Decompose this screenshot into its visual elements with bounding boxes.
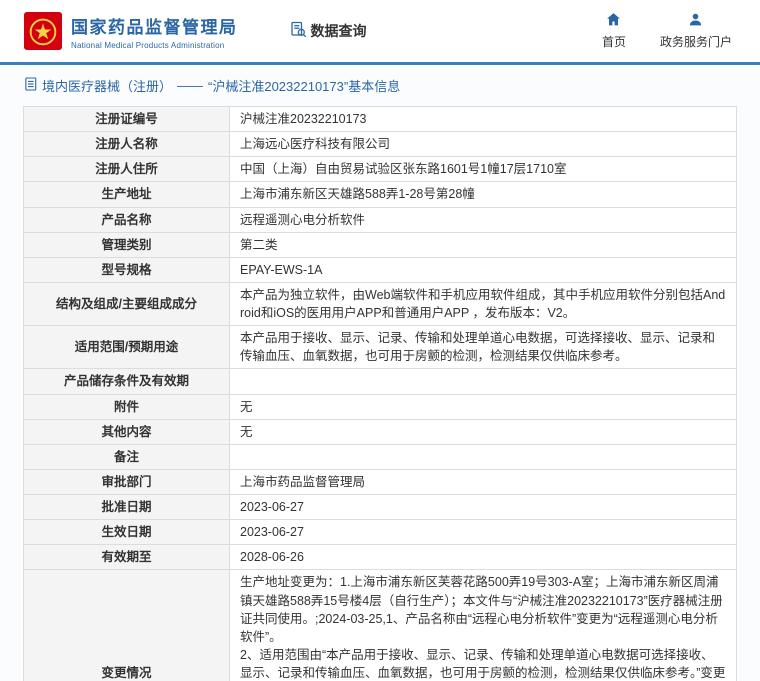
field-label: 适用范围/预期用途: [23, 325, 230, 370]
content-area: 境内医疗器械（注册） —— “沪械注准20232210173”基本信息 注册证编…: [0, 65, 760, 681]
table-row: 生效日期 2023-06-27: [23, 519, 737, 546]
field-value: 中国（上海）自由贸易试验区张东路1601号1幢17层1710室: [229, 156, 737, 183]
nav-portal-label: 政务服务门户: [659, 35, 732, 49]
field-value: 第二类: [229, 231, 737, 258]
field-label: 结构及组成/主要组成成分: [23, 281, 230, 327]
breadcrumb-separator: ——: [177, 78, 204, 93]
field-label: 生效日期: [23, 519, 230, 546]
field-value: 上海市浦东新区天雄路588弄1-28号第28幢: [229, 181, 737, 208]
field-label: 型号规格: [23, 256, 230, 283]
field-label: 其他内容: [23, 418, 230, 445]
field-value: 本产品用于接收、显示、记录、传输和处理单道心电数据，可选择接收、显示、记录和传输…: [229, 325, 737, 370]
field-value: 沪械注准20232210173: [229, 105, 737, 133]
breadcrumb-category[interactable]: 境内医疗器械（注册）: [42, 76, 172, 95]
field-label: 生产地址: [23, 181, 230, 208]
table-row: 批准日期 2023-06-27: [23, 493, 737, 521]
field-label: 批准日期: [23, 493, 230, 521]
breadcrumb: 境内医疗器械（注册） —— “沪械注准20232210173”基本信息: [0, 65, 760, 104]
field-value: 2023-06-27: [229, 493, 737, 521]
field-value: 无: [229, 418, 737, 445]
table-row: 结构及组成/主要组成成分 本产品为独立软件，由Web端软件和手机应用软件组成，其…: [23, 281, 737, 327]
brand-text: 国家药品监督管理局 National Medical Products Admi…: [71, 13, 238, 50]
field-value: EPAY-EWS-1A: [229, 256, 737, 283]
table-row: 适用范围/预期用途 本产品用于接收、显示、记录、传输和处理单道心电数据，可选择接…: [23, 325, 737, 370]
document-search-icon: [290, 21, 307, 41]
table-row: 型号规格 EPAY-EWS-1A: [23, 256, 737, 283]
site-header: 国家药品监督管理局 National Medical Products Admi…: [0, 0, 760, 62]
brand: 国家药品监督管理局 National Medical Products Admi…: [24, 12, 238, 50]
field-label: 产品名称: [23, 206, 230, 233]
field-label: 变更情况: [23, 569, 230, 681]
field-value: 上海远心医疗科技有限公司: [229, 131, 737, 158]
table-row: 附件 无: [23, 393, 737, 420]
field-value: 2023-06-27: [229, 519, 737, 546]
user-icon: [688, 12, 703, 30]
registration-info-table: 注册证编号 沪械注准20232210173 注册人名称 上海远心医疗科技有限公司…: [23, 105, 737, 681]
table-row: 变更情况 生产地址变更为：1.上海市浦东新区芙蓉花路500弄19号303-A室；…: [23, 569, 737, 681]
home-icon: [606, 12, 621, 30]
table-row: 生产地址 上海市浦东新区天雄路588弄1-28号第28幢: [23, 181, 737, 208]
nav-home-label: 首页: [601, 35, 626, 49]
document-icon: [25, 77, 37, 94]
field-value: 生产地址变更为：1.上海市浦东新区芙蓉花路500弄19号303-A室；上海市浦东…: [229, 569, 737, 681]
field-value: 2028-06-26: [229, 544, 737, 571]
header-right: 首页 政务服务门户: [602, 12, 742, 50]
table-row: 其他内容 无: [23, 418, 737, 445]
field-label: 管理类别: [23, 231, 230, 258]
table-row: 产品名称 远程遥测心电分析软件: [23, 206, 737, 233]
nav-data-query-label: 数据查询: [310, 23, 367, 39]
field-value: 无: [229, 393, 737, 420]
agency-name-zh: 国家药品监督管理局: [71, 17, 238, 37]
table-row: 审批部门 上海市药品监督管理局: [23, 468, 737, 496]
table-row: 注册人住所 中国（上海）自由贸易试验区张东路1601号1幢17层1710室: [23, 156, 737, 183]
field-label: 注册人住所: [23, 156, 230, 183]
nav-data-query[interactable]: 数据查询: [290, 21, 367, 41]
field-value: [229, 443, 737, 470]
field-value: 本产品为独立软件，由Web端软件和手机应用软件组成，其中手机应用软件分别包括An…: [229, 281, 737, 327]
agency-name-en: National Medical Products Administration: [71, 40, 225, 50]
field-label: 有效期至: [23, 544, 230, 571]
table-row: 注册证编号 沪械注准20232210173: [23, 105, 737, 133]
nav-portal[interactable]: 政务服务门户: [660, 12, 732, 50]
table-row: 有效期至 2028-06-26: [23, 544, 737, 571]
breadcrumb-current: “沪械注准20232210173”基本信息: [208, 79, 401, 94]
national-emblem-logo: [24, 12, 62, 50]
field-label: 注册证编号: [23, 105, 230, 133]
table-row: 备注: [23, 443, 737, 470]
table-row: 管理类别 第二类: [23, 231, 737, 258]
field-label: 附件: [23, 393, 230, 420]
field-label: 注册人名称: [23, 131, 230, 158]
field-label: 产品储存条件及有效期: [23, 368, 230, 395]
field-label: 备注: [23, 443, 230, 470]
table-row: 产品储存条件及有效期: [23, 368, 737, 395]
field-value: [229, 368, 737, 395]
table-row: 注册人名称 上海远心医疗科技有限公司: [23, 131, 737, 158]
field-value: 远程遥测心电分析软件: [229, 206, 737, 233]
field-label: 审批部门: [23, 468, 230, 496]
nav-home[interactable]: 首页: [602, 12, 626, 50]
field-value: 上海市药品监督管理局: [229, 468, 737, 496]
